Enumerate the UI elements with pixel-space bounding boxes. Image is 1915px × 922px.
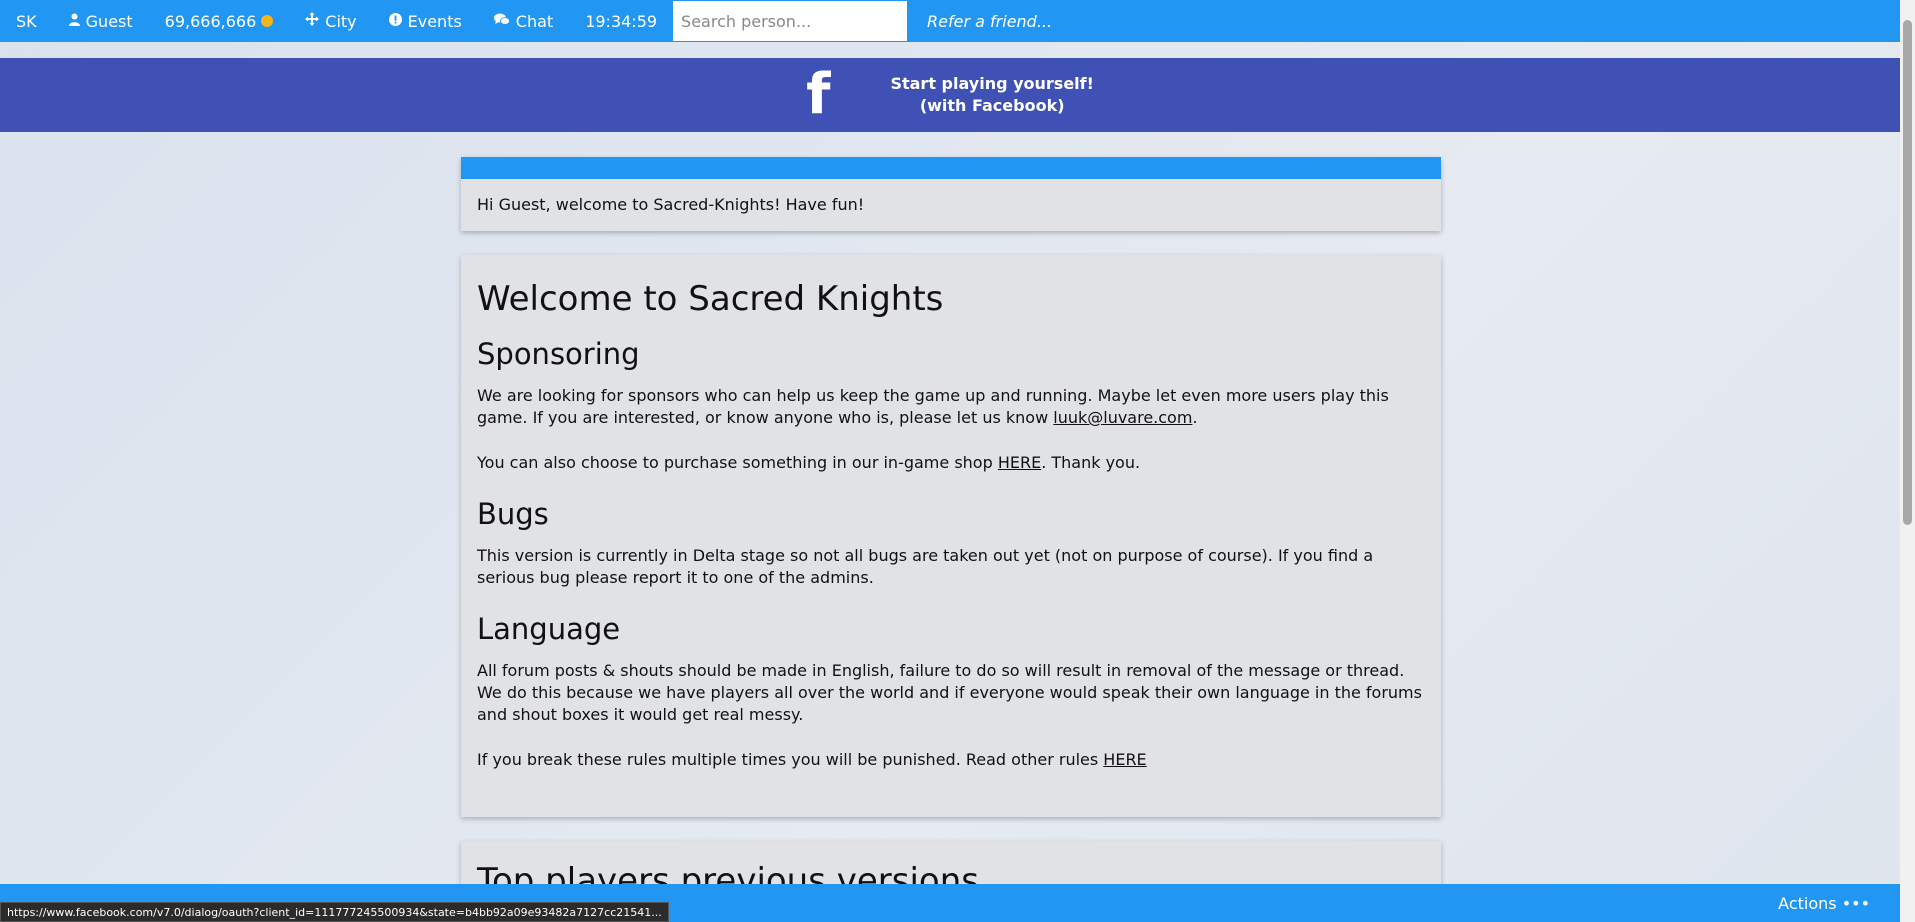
sponsor-email-link[interactable]: luuk@luvare.com (1053, 408, 1192, 427)
clock-time: 19:34:59 (585, 11, 658, 31)
city-label: City (325, 11, 357, 31)
bugs-paragraph: This version is currently in Delta stage… (477, 546, 1374, 587)
chat-bubbles-icon (493, 13, 510, 30)
sponsoring-text-end: . (1192, 408, 1198, 427)
language-paragraph: All forum posts & shouts should be made … (477, 661, 1422, 724)
refer-friend-link[interactable]: Refer a friend... (911, 0, 1068, 42)
rules-text: If you break these rules multiple times … (477, 750, 1104, 769)
language-heading: Language (477, 612, 621, 646)
sponsoring-text: We are looking for sponsors who can help… (477, 386, 1389, 427)
shop-link[interactable]: HERE (998, 453, 1041, 472)
shop-text: You can also choose to purchase somethin… (477, 453, 998, 472)
scrollbar-thumb[interactable] (1903, 20, 1912, 525)
facebook-logo-icon: f (806, 62, 831, 127)
welcome-card-header (461, 157, 1441, 179)
server-clock: 19:34:59 (569, 0, 673, 42)
coins-amount: 69,666,666 (164, 11, 257, 31)
move-arrows-icon (305, 12, 320, 30)
search-person-input[interactable] (673, 1, 908, 41)
sponsoring-paragraph: We are looking for sponsors who can help… (477, 385, 1425, 429)
brand-link[interactable]: SK (0, 0, 53, 42)
page-title: Welcome to Sacred Knights (477, 279, 944, 319)
refer-label: Refer a friend... (927, 11, 1053, 31)
actions-menu-button[interactable]: Actions ••• (1778, 894, 1870, 913)
chat-label: Chat (515, 11, 554, 31)
shop-text-end: . Thank you. (1041, 453, 1141, 472)
user-label: Guest (85, 11, 133, 31)
rules-paragraph: If you break these rules multiple times … (477, 749, 1425, 771)
facebook-cta-line1: Start playing yourself! (890, 74, 1094, 93)
exclamation-circle-icon (388, 12, 402, 30)
coins-display[interactable]: 69,666,666 (149, 0, 290, 42)
sponsoring-heading: Sponsoring (477, 337, 640, 371)
facebook-login-banner[interactable]: f Start playing yourself! (with Facebook… (0, 58, 1900, 132)
top-navigation-bar: SK Guest 69,666,666 City Events Chat 19:… (0, 0, 1900, 42)
welcome-card: Hi Guest, welcome to Sacred-Knights! Hav… (461, 157, 1441, 231)
welcome-message: Hi Guest, welcome to Sacred-Knights! Hav… (477, 195, 865, 214)
user-icon (68, 13, 80, 30)
bugs-heading: Bugs (477, 497, 549, 531)
facebook-cta-text: Start playing yourself! (with Facebook) (890, 73, 1093, 117)
events-label: Events (407, 11, 462, 31)
chat-link[interactable]: Chat (478, 0, 569, 42)
info-card: Welcome to Sacred Knights Sponsoring We … (461, 255, 1441, 817)
rules-link[interactable]: HERE (1103, 750, 1146, 769)
profile-link[interactable]: Guest (53, 0, 149, 42)
facebook-cta-line2: (with Facebook) (919, 96, 1065, 115)
shop-paragraph: You can also choose to purchase somethin… (477, 452, 1425, 474)
page-scrollbar[interactable] (1900, 0, 1915, 922)
browser-status-url: https://www.facebook.com/v7.0/dialog/oau… (0, 902, 669, 922)
city-link[interactable]: City (289, 0, 372, 42)
coin-icon (261, 15, 274, 27)
brand-label: SK (16, 11, 37, 31)
events-link[interactable]: Events (373, 0, 478, 42)
